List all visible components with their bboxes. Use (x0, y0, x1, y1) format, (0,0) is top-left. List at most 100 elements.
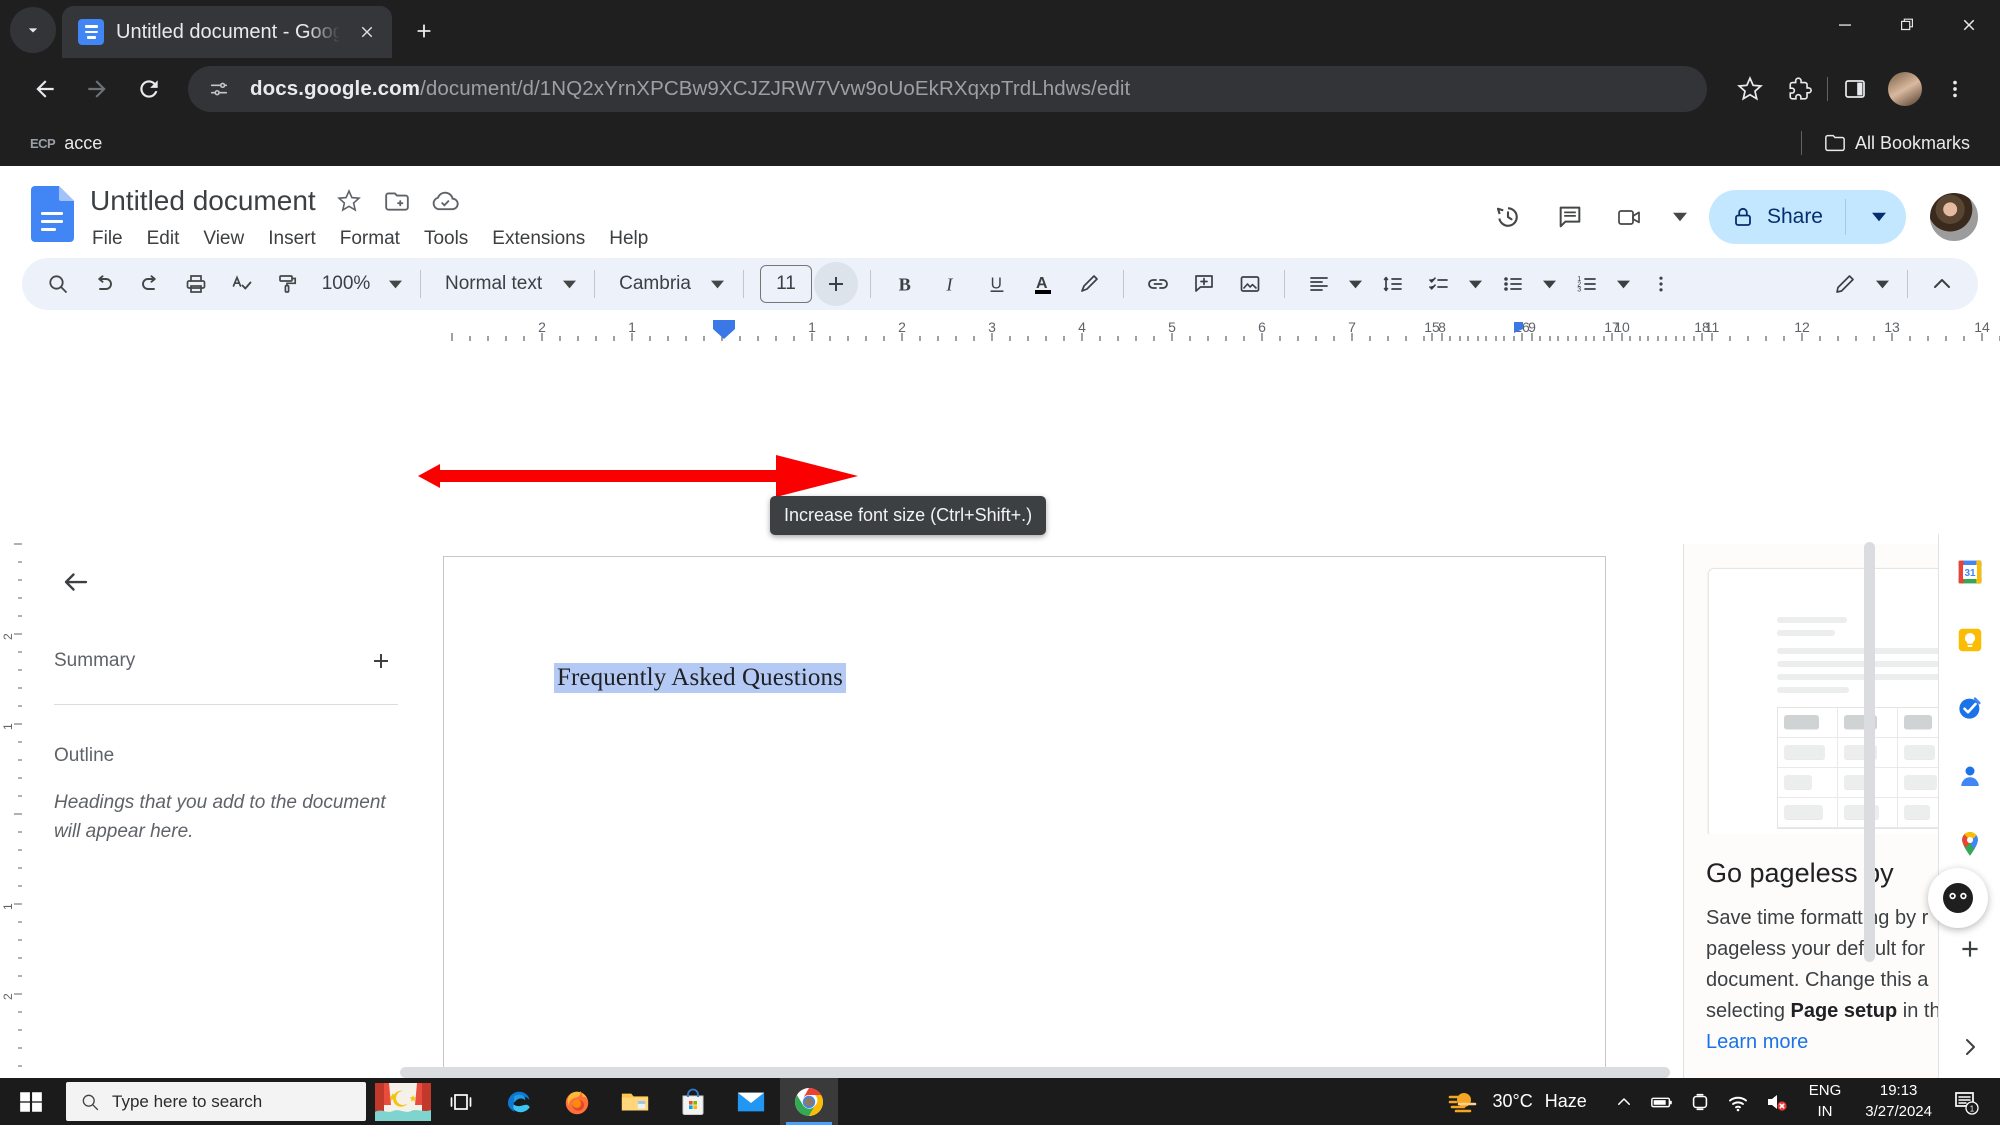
expand-sidebar-button[interactable] (1958, 1035, 1982, 1064)
insert-link-button[interactable] (1136, 262, 1180, 306)
reload-button[interactable] (126, 66, 172, 112)
font-dropdown-caret[interactable] (705, 262, 731, 306)
bullet-dropdown-caret[interactable] (1537, 262, 1563, 306)
forward-button[interactable] (74, 66, 120, 112)
close-outline-button[interactable] (54, 560, 98, 604)
search-menus-button[interactable] (36, 262, 80, 306)
maximize-button[interactable] (1876, 0, 1938, 50)
edge-button[interactable] (490, 1078, 548, 1125)
checklist-button[interactable] (1417, 262, 1461, 306)
numbered-list-button[interactable]: 123 (1565, 262, 1609, 306)
keep-icon[interactable] (1954, 624, 1986, 656)
underline-button[interactable]: U (975, 262, 1019, 306)
close-icon[interactable] (352, 17, 382, 47)
add-summary-button[interactable] (364, 644, 398, 678)
close-window-button[interactable] (1938, 0, 2000, 50)
menu-view[interactable]: View (193, 224, 254, 254)
volume-muted-icon[interactable] (1757, 1078, 1795, 1125)
menu-format[interactable]: Format (330, 224, 410, 254)
bookmark-item[interactable]: ECP acce (22, 129, 110, 158)
line-spacing-button[interactable] (1371, 262, 1415, 306)
horizontal-scrollbar[interactable] (400, 1067, 1670, 1078)
chrome-button[interactable] (780, 1078, 838, 1125)
version-history-button[interactable] (1483, 192, 1533, 242)
redo-button[interactable] (128, 262, 172, 306)
task-view-button[interactable] (432, 1078, 490, 1125)
print-button[interactable] (174, 262, 218, 306)
calendar-icon[interactable]: 31 (1954, 556, 1986, 588)
align-button[interactable] (1297, 262, 1341, 306)
bookmark-star-button[interactable] (1727, 66, 1773, 112)
horizontal-ruler[interactable]: 21 123 456 789 101112 1314 1516 (22, 318, 2000, 344)
learn-more-link[interactable]: Learn more (1684, 1027, 1938, 1054)
numbered-dropdown-caret[interactable] (1611, 262, 1637, 306)
firefox-button[interactable] (548, 1078, 606, 1125)
vertical-scrollbar[interactable] (1864, 542, 1875, 962)
widgets-news-button[interactable] (374, 1078, 432, 1125)
star-icon[interactable] (334, 186, 364, 216)
menu-tools[interactable]: Tools (414, 224, 478, 254)
side-panel-button[interactable] (1832, 66, 1878, 112)
menu-insert[interactable]: Insert (258, 224, 326, 254)
profile-button[interactable] (1882, 66, 1928, 112)
italic-button[interactable]: I (929, 262, 973, 306)
notifications-button[interactable]: 1 (1942, 1078, 1990, 1125)
start-button[interactable] (0, 1078, 62, 1125)
increase-font-size-button[interactable] (813, 262, 858, 306)
new-tab-button[interactable] (404, 11, 444, 51)
undo-button[interactable] (82, 262, 126, 306)
wifi-icon[interactable] (1719, 1078, 1757, 1125)
document-canvas[interactable]: Frequently Asked Questions Go pageless b… (426, 534, 1938, 1078)
meet-dropdown-caret[interactable] (1669, 210, 1691, 224)
font-family-select[interactable]: Cambria (607, 273, 703, 295)
address-bar[interactable]: docs.google.com/document/d/1NQ2xYrnXPCBw… (188, 66, 1707, 112)
add-app-button[interactable] (1954, 933, 1986, 965)
menu-edit[interactable]: Edit (137, 224, 190, 254)
bulleted-list-button[interactable] (1491, 262, 1535, 306)
share-dropdown-caret[interactable] (1858, 210, 1900, 224)
tab-search-button[interactable] (10, 7, 56, 53)
text-color-button[interactable]: A (1021, 262, 1065, 306)
chrome-menu-button[interactable] (1932, 66, 1978, 112)
language-indicator[interactable]: ENG IN (1795, 1081, 1856, 1122)
minimize-button[interactable] (1814, 0, 1876, 50)
hide-menus-button[interactable] (1920, 262, 1964, 306)
cloud-saved-icon[interactable] (430, 186, 460, 216)
show-hidden-icons-button[interactable] (1605, 1078, 1643, 1125)
tasks-icon[interactable] (1954, 692, 1986, 724)
extensions-button[interactable] (1777, 66, 1823, 112)
battery-icon[interactable] (1643, 1078, 1681, 1125)
back-button[interactable] (22, 66, 68, 112)
insert-image-button[interactable] (1228, 262, 1272, 306)
weather-widget[interactable]: 30°C Haze (1429, 1088, 1605, 1116)
site-settings-icon[interactable] (202, 72, 236, 106)
zoom-level[interactable]: 100% (312, 273, 380, 295)
camera-privacy-icon[interactable] (1681, 1078, 1719, 1125)
document-selected-text[interactable]: Frequently Asked Questions (554, 663, 846, 693)
menu-help[interactable]: Help (599, 224, 658, 254)
meet-button[interactable] (1607, 192, 1657, 242)
document-page[interactable]: Frequently Asked Questions (443, 556, 1606, 1078)
menu-file[interactable]: File (82, 224, 133, 254)
font-size-input[interactable]: 11 (759, 265, 812, 303)
align-dropdown-caret[interactable] (1343, 262, 1369, 306)
meet-floating-button[interactable] (1928, 868, 1988, 928)
mail-button[interactable] (722, 1078, 780, 1125)
bold-button[interactable]: B (883, 262, 927, 306)
move-to-folder-icon[interactable] (382, 186, 412, 216)
zoom-dropdown-caret[interactable] (382, 262, 408, 306)
editing-mode-caret[interactable] (1869, 262, 1895, 306)
clock[interactable]: 19:13 3/27/2024 (1855, 1081, 1942, 1122)
more-options-button[interactable] (1639, 262, 1683, 306)
paragraph-style-select[interactable]: Normal text (433, 273, 554, 295)
google-docs-logo-icon[interactable] (30, 186, 76, 244)
avatar[interactable] (1928, 191, 1980, 243)
maps-icon[interactable] (1954, 828, 1986, 860)
contacts-icon[interactable] (1954, 760, 1986, 792)
share-button[interactable]: Share (1708, 190, 1906, 244)
menu-extensions[interactable]: Extensions (482, 224, 595, 254)
microsoft-store-button[interactable] (664, 1078, 722, 1125)
browser-tab[interactable]: Untitled document - Google Do (62, 6, 392, 58)
search-taskbar[interactable]: Type here to search (66, 1082, 366, 1121)
style-dropdown-caret[interactable] (556, 262, 582, 306)
